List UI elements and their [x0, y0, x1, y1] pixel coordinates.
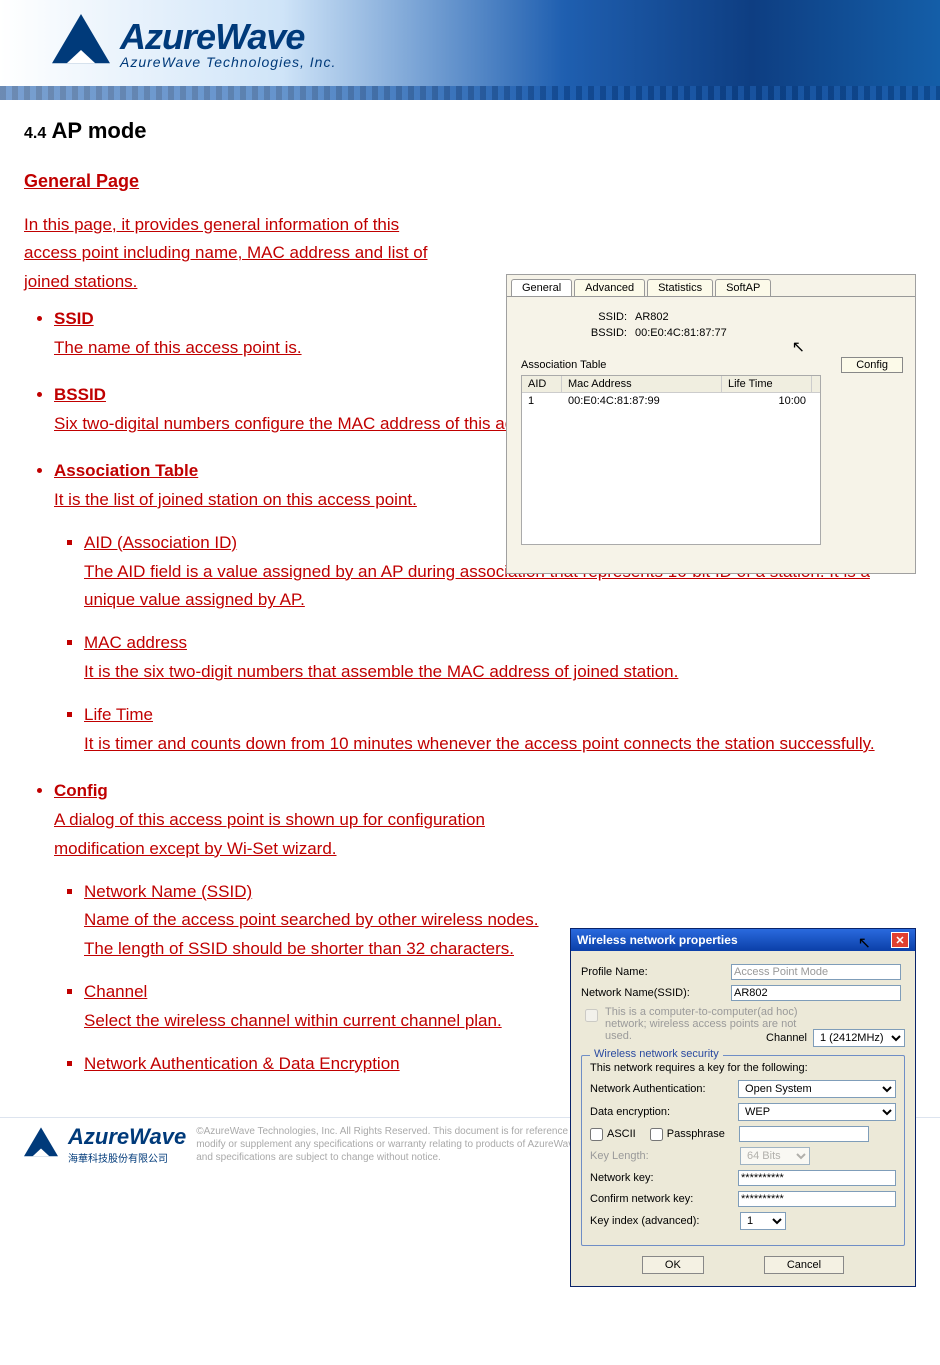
section-name: AP mode — [52, 118, 147, 143]
cursor-arrow-icon: ↖ — [858, 933, 871, 953]
ascii-checkbox[interactable] — [590, 1128, 603, 1141]
security-legend: Wireless network security — [590, 1048, 723, 1060]
nn-desc: Name of the access point searched by oth… — [84, 906, 544, 964]
key-index-label: Key index (advanced): — [590, 1215, 740, 1227]
channel-label: Channel — [766, 1032, 807, 1044]
nn-label: Network Name (SSID) — [84, 882, 252, 901]
network-key-field[interactable] — [738, 1170, 896, 1186]
ch-desc: Select the wireless channel within curre… — [84, 1007, 544, 1036]
table-row: 1 00:E0:4C:81:87:99 10:00 — [522, 393, 820, 409]
cursor-arrow-icon: ↖ — [792, 337, 805, 357]
tab-softap[interactable]: SoftAP — [715, 279, 771, 296]
ascii-label: ASCII — [607, 1128, 636, 1140]
footer-brand-sub: 海華科技股份有限公司 — [68, 1150, 186, 1165]
ssid-field-label: SSID: — [561, 311, 627, 323]
mac-label: MAC address — [84, 633, 187, 652]
tab-general[interactable]: General — [511, 279, 572, 296]
auth-label: Network Authentication: — [590, 1083, 738, 1095]
association-table: AID Mac Address Life Time 1 00:E0:4C:81:… — [521, 375, 821, 545]
page-header: AzureWave AzureWave Technologies, Inc. — [0, 0, 940, 100]
key-length-select: 64 Bits — [740, 1147, 810, 1165]
footer-brand: AzureWave — [68, 1124, 186, 1150]
bssid-label: BSSID — [54, 385, 106, 404]
aid-label: AID (Association ID) — [84, 533, 237, 552]
section-number: 4.4 — [24, 125, 46, 142]
item-mac: MAC address It is the six two-digit numb… — [84, 629, 916, 687]
general-page-heading: General Page — [24, 166, 139, 197]
profile-name-label: Profile Name: — [581, 966, 731, 978]
life-desc: It is timer and counts down from 10 minu… — [84, 730, 916, 759]
config-button[interactable]: Config — [841, 357, 903, 373]
col-life: Life Time — [722, 376, 812, 392]
brand-logo: AzureWave AzureWave Technologies, Inc. — [52, 14, 336, 72]
confirm-key-field[interactable] — [738, 1191, 896, 1207]
enc-label: Data encryption: — [590, 1106, 738, 1118]
encryption-select[interactable]: WEP — [738, 1103, 896, 1121]
brand-subtitle: AzureWave Technologies, Inc. — [120, 54, 336, 70]
bssid-field-label: BSSID: — [561, 327, 627, 339]
bssid-value: 00:E0:4C:81:87:77 — [635, 327, 727, 339]
cell-aid: 1 — [522, 393, 562, 409]
ok-button[interactable]: OK — [642, 1256, 704, 1274]
general-tab-screenshot: General Advanced Statistics SoftAP ↖ SSI… — [506, 274, 916, 574]
tab-advanced[interactable]: Advanced — [574, 279, 645, 296]
network-name-field[interactable] — [731, 985, 901, 1001]
passphrase-field[interactable] — [739, 1126, 869, 1142]
tab-statistics[interactable]: Statistics — [647, 279, 713, 296]
cancel-button[interactable]: Cancel — [764, 1256, 844, 1274]
cell-life: 10:00 — [722, 393, 812, 409]
network-key-label: Network key: — [590, 1172, 738, 1184]
section-title: 4.4 AP mode — [24, 118, 916, 144]
brand-name: AzureWave — [120, 16, 336, 58]
ssid-label: SSID — [54, 309, 94, 328]
ch-label: Channel — [84, 982, 147, 1001]
security-note: This network requires a key for the foll… — [590, 1062, 896, 1074]
close-icon[interactable]: ✕ — [891, 932, 909, 948]
key-index-select[interactable]: 1 — [740, 1212, 786, 1230]
security-fieldset: Wireless network security This network r… — [581, 1055, 905, 1246]
col-mac: Mac Address — [562, 376, 722, 392]
sec-label: Network Authentication & Data Encryption — [84, 1054, 400, 1073]
dialog-title: Wireless network properties — [577, 933, 738, 947]
logo-glyph-icon — [52, 14, 110, 72]
item-life: Life Time It is timer and counts down fr… — [84, 701, 916, 759]
key-length-label: Key Length: — [590, 1150, 740, 1162]
assoc-label: Association Table — [54, 461, 198, 480]
channel-select[interactable]: 1 (2412MHz) — [813, 1029, 905, 1047]
config-label: Config — [54, 781, 108, 800]
intro-text: In this page, it provides general inform… — [24, 211, 454, 298]
auth-select[interactable]: Open System — [738, 1080, 896, 1098]
passphrase-label: Passphrase — [667, 1128, 725, 1140]
mac-desc: It is the six two-digit numbers that ass… — [84, 658, 916, 687]
passphrase-checkbox[interactable] — [650, 1128, 663, 1141]
confirm-key-label: Confirm network key: — [590, 1193, 738, 1205]
wireless-properties-dialog: ↖ Wireless network properties ✕ Profile … — [570, 928, 916, 1287]
ssid-value: AR802 — [635, 311, 669, 323]
network-name-label: Network Name(SSID): — [581, 987, 731, 999]
col-aid: AID — [522, 376, 562, 392]
life-label: Life Time — [84, 705, 153, 724]
adhoc-checkbox — [585, 1009, 598, 1022]
profile-name-field — [731, 964, 901, 980]
footer-logo-icon — [24, 1127, 58, 1161]
cell-mac: 00:E0:4C:81:87:99 — [562, 393, 722, 409]
config-desc: A dialog of this access point is shown u… — [54, 806, 514, 864]
